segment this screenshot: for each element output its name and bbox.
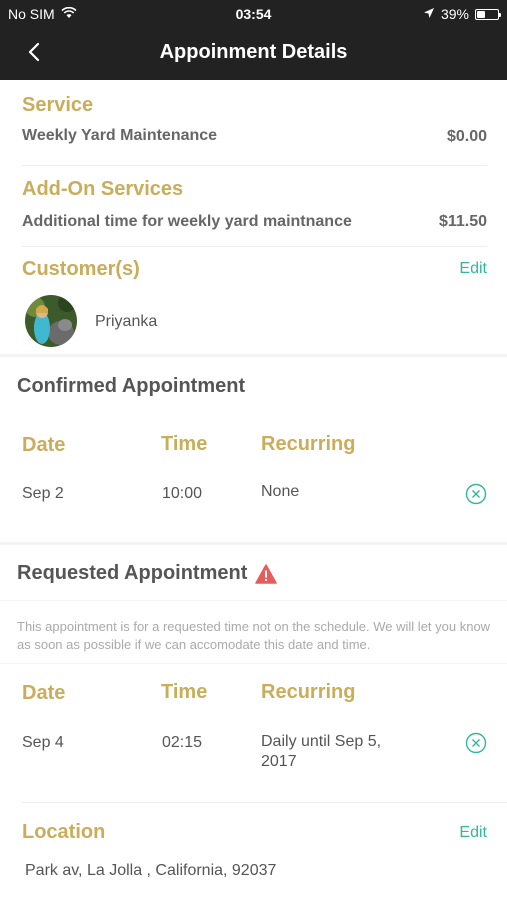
section-separator bbox=[0, 542, 507, 545]
divider bbox=[0, 663, 507, 664]
confirmed-recurring-header: Recurring bbox=[261, 433, 356, 455]
status-bar: No SIM 03:54 39% bbox=[0, 0, 507, 28]
divider bbox=[22, 802, 507, 803]
confirmed-heading: Confirmed Appointment bbox=[17, 375, 246, 397]
customer-name: Priyanka bbox=[95, 313, 158, 330]
status-right: 39% bbox=[423, 6, 501, 22]
location-edit-link[interactable]: Edit bbox=[459, 824, 487, 842]
requested-recurring: Daily until Sep 5, 2017 bbox=[261, 733, 382, 770]
page-title: Appoinment Details bbox=[159, 41, 348, 63]
location-arrow-icon bbox=[423, 6, 435, 22]
confirmed-time-header: Time bbox=[161, 433, 208, 455]
addons-heading: Add-On Services bbox=[22, 178, 184, 200]
warning-icon bbox=[255, 563, 278, 584]
close-circle-icon bbox=[465, 732, 487, 754]
divider bbox=[22, 246, 487, 247]
battery-fill bbox=[477, 10, 485, 18]
location-address: Park av, La Jolla , California, 92037 bbox=[25, 862, 277, 879]
nav-bar: Appoinment Details bbox=[0, 28, 507, 80]
service-name: Weekly Yard Maintenance bbox=[22, 127, 218, 144]
battery-icon bbox=[475, 8, 501, 20]
requested-time: 02:15 bbox=[162, 734, 203, 751]
service-price: $0.00 bbox=[446, 128, 487, 145]
addon-price: $11.50 bbox=[438, 213, 487, 230]
customers-heading: Customer(s) bbox=[22, 258, 140, 280]
requested-date-header: Date bbox=[22, 682, 66, 704]
avatar-photo bbox=[25, 295, 77, 347]
section-separator bbox=[0, 354, 507, 357]
avatar[interactable] bbox=[25, 295, 77, 347]
cancel-confirmed-button[interactable] bbox=[465, 483, 487, 505]
confirmed-recurring: None bbox=[261, 483, 300, 500]
requested-recurring-header: Recurring bbox=[261, 681, 356, 703]
confirmed-time: 10:00 bbox=[162, 485, 203, 502]
battery-percent: 39% bbox=[440, 6, 469, 22]
requested-time-header: Time bbox=[161, 681, 208, 703]
close-circle-icon bbox=[465, 483, 487, 505]
cancel-requested-button[interactable] bbox=[465, 732, 487, 754]
requested-heading-text: Requested Appointment bbox=[17, 562, 248, 584]
requested-heading: Requested Appointment bbox=[17, 562, 278, 585]
customers-edit-link[interactable]: Edit bbox=[459, 260, 487, 278]
requested-note: This appointment is for a requested time… bbox=[17, 619, 491, 652]
addon-name: Additional time for weekly yard maintnan… bbox=[22, 213, 352, 230]
divider bbox=[0, 600, 507, 601]
location-heading: Location bbox=[22, 821, 106, 843]
requested-date: Sep 4 bbox=[22, 734, 64, 751]
confirmed-date: Sep 2 bbox=[22, 485, 64, 502]
service-heading: Service bbox=[22, 94, 94, 116]
confirmed-date-header: Date bbox=[22, 434, 66, 456]
divider bbox=[22, 165, 487, 166]
